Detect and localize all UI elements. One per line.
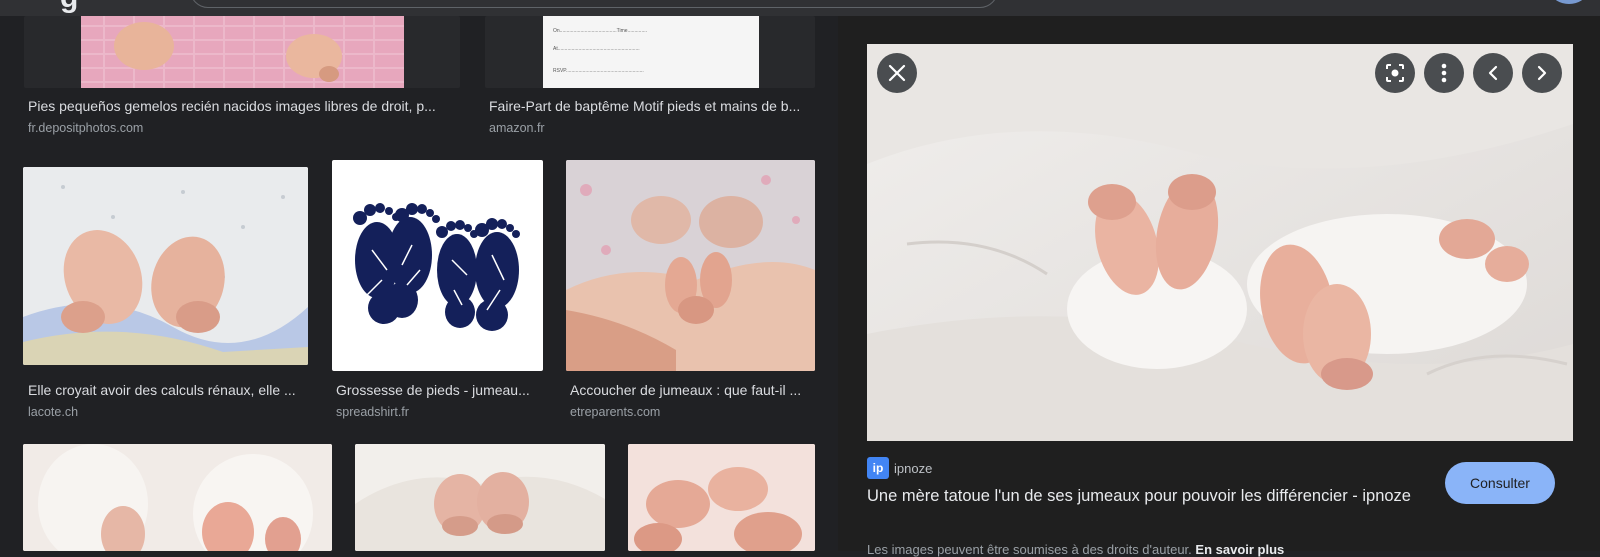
next-button[interactable] <box>1522 53 1562 93</box>
chevron-left-icon <box>1488 65 1498 81</box>
previous-button[interactable] <box>1473 53 1513 93</box>
search-input[interactable] <box>190 0 998 8</box>
copyright-text: Les images peuvent être soumises à des d… <box>867 542 1192 557</box>
result-thumbnail-5[interactable] <box>566 160 815 371</box>
result-thumbnail-3[interactable] <box>23 167 308 365</box>
result-caption-1[interactable]: Pies pequeños gemelos recién nacidos ima… <box>28 98 453 114</box>
result-thumbnail-4[interactable] <box>332 160 543 371</box>
card-line-2: At......................................… <box>553 46 640 52</box>
result-source-4[interactable]: spreadshirt.fr <box>336 405 409 419</box>
result-thumbnail-6[interactable] <box>23 444 332 551</box>
avatar[interactable] <box>1552 0 1586 4</box>
result-thumbnail-7[interactable] <box>355 444 605 551</box>
close-icon <box>888 64 906 82</box>
result-source-1[interactable]: fr.depositphotos.com <box>28 121 143 135</box>
more-options-button[interactable] <box>1424 53 1464 93</box>
result-caption-4[interactable]: Grossesse de pieds - jumeau... <box>336 382 536 398</box>
site-favicon: ip <box>867 457 889 479</box>
result-thumbnail-1[interactable] <box>24 16 460 88</box>
result-caption-3[interactable]: Elle croyait avoir des calculs rénaux, e… <box>28 382 304 398</box>
result-source-5[interactable]: etreparents.com <box>570 405 660 419</box>
google-logo[interactable]: g <box>60 0 106 13</box>
lens-search-button[interactable] <box>1375 53 1415 93</box>
more-vert-icon <box>1441 63 1447 83</box>
result-caption-5[interactable]: Accoucher de jumeaux : que faut-il ... <box>570 382 812 398</box>
invitation-card: On......................................… <box>543 16 759 88</box>
result-caption-2[interactable]: Faire-Part de baptême Motif pieds et mai… <box>489 98 814 114</box>
copyright-notice: Les images peuvent être soumises à des d… <box>867 542 1284 557</box>
learn-more-link[interactable]: En savoir plus <box>1195 542 1284 557</box>
lens-icon <box>1386 64 1404 82</box>
close-button[interactable] <box>877 53 917 93</box>
chevron-right-icon <box>1537 65 1547 81</box>
top-bar: g <box>0 0 1600 16</box>
site-name[interactable]: ipnoze <box>894 461 932 476</box>
result-thumbnail-2[interactable]: On......................................… <box>485 16 815 88</box>
consult-button[interactable]: Consulter <box>1445 462 1555 504</box>
card-line-3: RSVP....................................… <box>553 68 644 74</box>
result-source-2[interactable]: amazon.fr <box>489 121 545 135</box>
result-thumbnail-8[interactable] <box>628 444 815 551</box>
preview-title[interactable]: Une mère tatoue l'un de ses jumeaux pour… <box>867 485 1417 508</box>
result-source-3[interactable]: lacote.ch <box>28 405 78 419</box>
card-line-1: On......................................… <box>553 28 647 34</box>
preview-image[interactable] <box>867 44 1573 441</box>
